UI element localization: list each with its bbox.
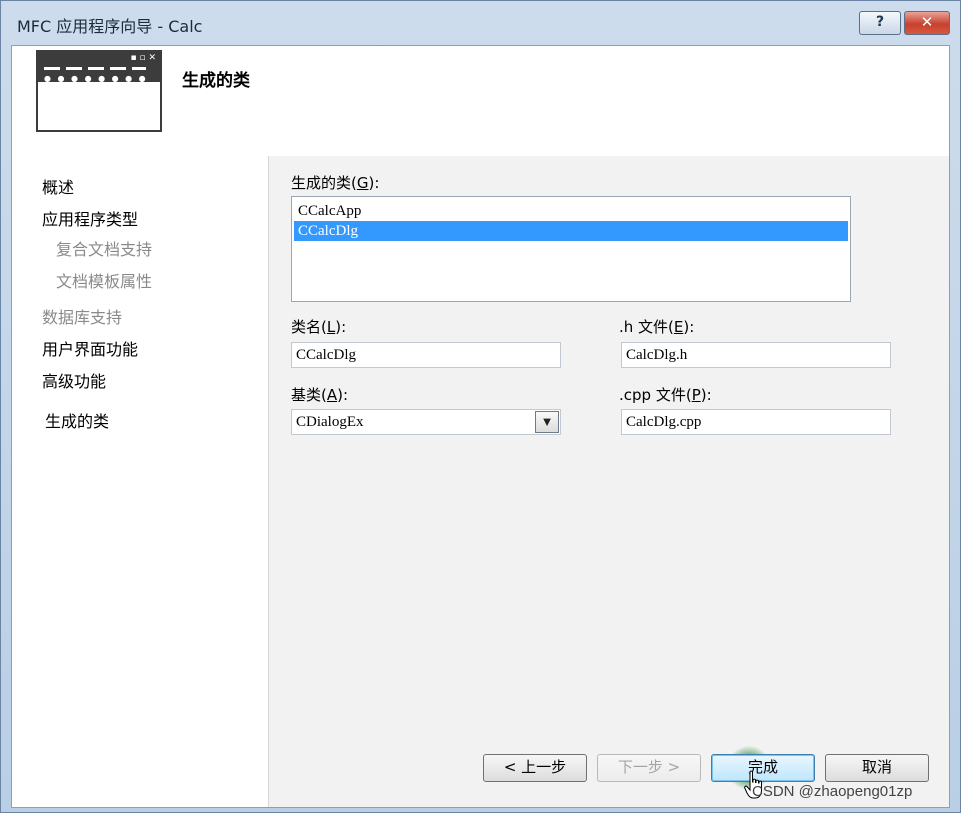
back-button[interactable]: < 上一步 xyxy=(483,754,587,782)
class-name-label: 类名(L): xyxy=(291,318,347,336)
cpp-file-field[interactable]: CalcDlg.cpp xyxy=(621,409,891,435)
chevron-down-icon[interactable]: ▼ xyxy=(535,411,559,433)
page-title: 生成的类 xyxy=(182,71,250,91)
next-button: 下一步 > xyxy=(597,754,701,782)
window-illustration-icon: ● ● ● ● ● ● ● ● ● ● ▪ ▫ ✕ xyxy=(36,50,162,132)
cancel-button[interactable]: 取消 xyxy=(825,754,929,782)
watermark: CSDN @zhaopeng01zp xyxy=(752,783,913,800)
wizard-window: MFC 应用程序向导 - Calc ? ✕ ● ● ● ● ● ● ● ● ● … xyxy=(0,0,961,813)
cpp-file-label: .cpp 文件(P): xyxy=(619,386,712,404)
wizard-client: ● ● ● ● ● ● ● ● ● ● ▪ ▫ ✕ 生成的类 概述 应用程序类型… xyxy=(11,45,950,808)
nav-item-advanced[interactable]: 高级功能 xyxy=(42,368,106,392)
nav-item-compound-doc: 复合文档支持 xyxy=(56,240,153,259)
wizard-header: ● ● ● ● ● ● ● ● ● ● ▪ ▫ ✕ 生成的类 xyxy=(12,46,949,156)
nav-item-ui-features[interactable]: 用户界面功能 xyxy=(42,336,138,360)
generated-classes-list[interactable]: CCalcApp CCalcDlg xyxy=(291,196,851,302)
base-class-select[interactable]: CDialogEx ▼ xyxy=(291,409,561,435)
nav-item-app-type[interactable]: 应用程序类型 xyxy=(42,206,138,230)
list-item-selected[interactable]: CCalcDlg xyxy=(294,221,848,241)
class-name-field[interactable]: CCalcDlg xyxy=(291,342,561,368)
nav-item-generated-classes[interactable]: 生成的类 xyxy=(45,408,109,432)
title-bar[interactable]: MFC 应用程序向导 - Calc ? ✕ xyxy=(1,1,960,45)
generated-classes-label: 生成的类(G): xyxy=(291,174,380,192)
close-button[interactable]: ✕ xyxy=(904,11,950,35)
wizard-nav: 概述 应用程序类型 复合文档支持 文档模板属性 数据库支持 用户界面功能 高级功… xyxy=(12,156,266,807)
base-class-label: 基类(A): xyxy=(291,386,349,404)
help-button[interactable]: ? xyxy=(859,11,901,35)
base-class-value: CDialogEx xyxy=(296,414,364,430)
nav-item-overview[interactable]: 概述 xyxy=(42,174,74,198)
window-title: MFC 应用程序向导 - Calc xyxy=(17,17,203,36)
nav-item-database: 数据库支持 xyxy=(42,308,123,327)
h-file-field[interactable]: CalcDlg.h xyxy=(621,342,891,368)
list-item[interactable]: CCalcApp xyxy=(294,201,848,221)
nav-item-doc-template: 文档模板属性 xyxy=(56,272,153,291)
h-file-label: .h 文件(E): xyxy=(619,318,695,336)
content-panel: 生成的类(G): CCalcApp CCalcDlg 类名(L): CCalcD… xyxy=(268,156,949,807)
